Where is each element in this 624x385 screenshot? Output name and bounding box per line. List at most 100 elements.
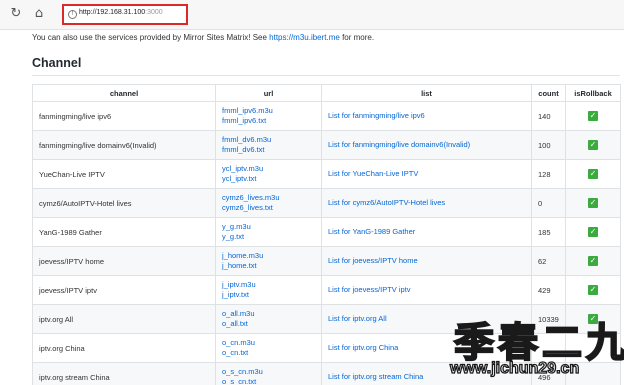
- list-cell: List for fanmingming/live ipv6: [321, 101, 532, 131]
- url-cell: o_s_cn.m3u o_s_cn.txt: [215, 362, 322, 385]
- m3u-link[interactable]: ycl_iptv.m3u: [222, 164, 315, 174]
- check-icon: ✓: [588, 140, 598, 150]
- address-bar[interactable]: ! http://192.168.31.100:3000: [62, 4, 188, 25]
- count-cell: 100: [531, 130, 566, 160]
- address-url: http://192.168.31.100:3000: [79, 9, 163, 16]
- txt-link[interactable]: cymz6_lives.txt: [222, 203, 315, 213]
- header-count: count: [531, 84, 566, 102]
- m3u-link[interactable]: j_iptv.m3u: [222, 280, 315, 290]
- intro-before: You can also use the services provided b…: [32, 33, 270, 42]
- list-link[interactable]: List for cymz6/AutoIPTV-Hotel lives: [328, 198, 525, 208]
- table-row: joevess/IPTV iptv j_iptv.m3u j_iptv.txt L…: [32, 275, 621, 305]
- table-row: YueChan-Live IPTV ycl_iptv.m3u ycl_iptv.t…: [32, 159, 621, 189]
- list-link[interactable]: List for iptv.org China: [328, 343, 525, 353]
- txt-link[interactable]: j_home.txt: [222, 261, 315, 271]
- check-icon: ✓: [588, 227, 598, 237]
- channel-cell: joevess/IPTV iptv: [32, 275, 216, 305]
- count-cell: [531, 333, 566, 363]
- list-cell: List for joevess/IPTV iptv: [321, 275, 532, 305]
- m3u-link[interactable]: cymz6_lives.m3u: [222, 193, 315, 203]
- header-list: list: [321, 84, 532, 102]
- m3u-link[interactable]: o_all.m3u: [222, 309, 315, 319]
- intro-text: You can also use the services provided b…: [32, 33, 374, 42]
- url-cell: y_g.m3u y_g.txt: [215, 217, 322, 247]
- txt-link[interactable]: o_s_cn.txt: [222, 377, 315, 385]
- list-link[interactable]: List for fanmingming/live ipv6: [328, 111, 525, 121]
- list-link[interactable]: List for iptv.org All: [328, 314, 525, 324]
- url-cell: fmml_ipv6.m3u fmml_ipv6.txt: [215, 101, 322, 131]
- mirror-link[interactable]: https://m3u.ibert.me: [269, 33, 340, 42]
- table-row: fanmingming/live ipv6 fmml_ipv6.m3u fmml_…: [32, 101, 621, 131]
- list-cell: List for iptv.org All: [321, 304, 532, 334]
- check-icon: ✓: [588, 198, 598, 208]
- channel-cell: iptv.org All: [32, 304, 216, 334]
- list-cell: List for YanG-1989 Gather: [321, 217, 532, 247]
- table-row: cymz6/AutoIPTV-Hotel lives cymz6_lives.m…: [32, 188, 621, 218]
- check-icon: ✓: [588, 169, 598, 179]
- url-cell: o_cn.m3u o_cn.txt: [215, 333, 322, 363]
- page-title: Channel: [32, 56, 82, 70]
- table-row: iptv.org All o_all.m3u o_all.txt List for…: [32, 304, 621, 334]
- m3u-link[interactable]: fmml_dv6.m3u: [222, 135, 315, 145]
- channel-cell: fanmingming/live ipv6: [32, 101, 216, 131]
- count-cell: 185: [531, 217, 566, 247]
- table-row: joevess/IPTV home j_home.m3u j_home.txt L…: [32, 246, 621, 276]
- url-cell: ycl_iptv.m3u ycl_iptv.txt: [215, 159, 322, 189]
- list-cell: List for YueChan-Live IPTV: [321, 159, 532, 189]
- txt-link[interactable]: ycl_iptv.txt: [222, 174, 315, 184]
- list-cell: List for cymz6/AutoIPTV-Hotel lives: [321, 188, 532, 218]
- url-cell: cymz6_lives.m3u cymz6_lives.txt: [215, 188, 322, 218]
- txt-link[interactable]: j_iptv.txt: [222, 290, 315, 300]
- rollback-cell: [565, 362, 621, 385]
- rollback-cell: ✓: [565, 217, 621, 247]
- count-cell: 496: [531, 362, 566, 385]
- rollback-cell: ✓: [565, 304, 621, 334]
- url-cell: j_home.m3u j_home.txt: [215, 246, 322, 276]
- rollback-cell: [565, 333, 621, 363]
- txt-link[interactable]: fmml_ipv6.txt: [222, 116, 315, 126]
- rollback-cell: ✓: [565, 275, 621, 305]
- count-cell: 62: [531, 246, 566, 276]
- txt-link[interactable]: o_cn.txt: [222, 348, 315, 358]
- table-row: iptv.org China o_cn.m3u o_cn.txt List for…: [32, 333, 621, 363]
- rollback-cell: ✓: [565, 188, 621, 218]
- check-icon: ✓: [588, 256, 598, 266]
- channel-cell: YueChan-Live IPTV: [32, 159, 216, 189]
- browser-toolbar: ↻ ⌂ ! http://192.168.31.100:3000: [0, 0, 624, 30]
- list-cell: List for iptv.org stream China: [321, 362, 532, 385]
- list-link[interactable]: List for YueChan-Live IPTV: [328, 169, 525, 179]
- home-icon[interactable]: ⌂: [31, 6, 47, 22]
- txt-link[interactable]: y_g.txt: [222, 232, 315, 242]
- count-cell: 0: [531, 188, 566, 218]
- m3u-link[interactable]: j_home.m3u: [222, 251, 315, 261]
- list-cell: List for joevess/IPTV home: [321, 246, 532, 276]
- list-link[interactable]: List for iptv.org stream China: [328, 372, 525, 382]
- m3u-link[interactable]: fmml_ipv6.m3u: [222, 106, 315, 116]
- list-cell: List for iptv.org China: [321, 333, 532, 363]
- header-url: url: [215, 84, 322, 102]
- m3u-link[interactable]: o_s_cn.m3u: [222, 367, 315, 377]
- header-channel: channel: [32, 84, 216, 102]
- table-row: iptv.org stream China o_s_cn.m3u o_s_cn.t…: [32, 362, 621, 385]
- address-host: http://192.168.31.100: [79, 9, 146, 16]
- txt-link[interactable]: fmml_dv6.txt: [222, 145, 315, 155]
- reload-icon[interactable]: ↻: [8, 6, 24, 22]
- channel-table: channel url list count isRollback fanmin…: [32, 84, 621, 385]
- list-link[interactable]: List for fanmingming/live domainv6(Inval…: [328, 140, 525, 150]
- check-icon: ✓: [588, 285, 598, 295]
- txt-link[interactable]: o_all.txt: [222, 319, 315, 329]
- m3u-link[interactable]: y_g.m3u: [222, 222, 315, 232]
- divider: [32, 75, 620, 76]
- not-secure-icon[interactable]: !: [68, 10, 77, 19]
- list-link[interactable]: List for YanG-1989 Gather: [328, 227, 525, 237]
- channel-cell: iptv.org China: [32, 333, 216, 363]
- m3u-link[interactable]: o_cn.m3u: [222, 338, 315, 348]
- rollback-cell: ✓: [565, 130, 621, 160]
- url-cell: fmml_dv6.m3u fmml_dv6.txt: [215, 130, 322, 160]
- channel-cell: iptv.org stream China: [32, 362, 216, 385]
- count-cell: 429: [531, 275, 566, 305]
- list-link[interactable]: List for joevess/IPTV home: [328, 256, 525, 266]
- rollback-cell: ✓: [565, 101, 621, 131]
- list-link[interactable]: List for joevess/IPTV iptv: [328, 285, 525, 295]
- url-cell: j_iptv.m3u j_iptv.txt: [215, 275, 322, 305]
